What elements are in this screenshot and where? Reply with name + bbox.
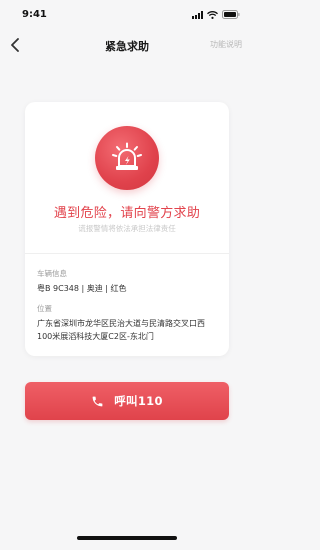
vehicle-info-label: 车辆信息: [37, 269, 67, 278]
vehicle-info-value: 粤B 9C348 | 奥迪 | 红色: [37, 284, 127, 293]
nav-bar: 紧急求助 功能说明: [0, 30, 254, 60]
location-label: 位置: [37, 304, 52, 313]
signal-icon: [192, 10, 203, 19]
false-report-warning: 谎报警情将依法承担法律责任: [78, 224, 176, 233]
call-button-label: 呼叫110: [114, 394, 163, 408]
status-time: 9:41: [22, 9, 47, 20]
help-link[interactable]: 功能说明: [210, 39, 242, 50]
alarm-badge: [95, 126, 159, 190]
danger-headline: 遇到危险，请向警方求助: [53, 206, 201, 221]
status-bar: 9:41: [0, 0, 254, 30]
chevron-left-icon: [11, 38, 19, 52]
battery-icon: [222, 10, 240, 19]
location-value: 广东省深圳市龙华区民治大道与民清路交叉口西100米展滔科技大厦C2区-东北门: [37, 319, 205, 341]
status-icons: [192, 10, 240, 19]
wifi-icon: [207, 10, 218, 19]
home-indicator[interactable]: [77, 536, 177, 540]
alarm-light-icon: [112, 142, 142, 170]
call-110-button[interactable]: 呼叫110: [25, 382, 229, 420]
emergency-card: 遇到危险，请向警方求助 谎报警情将依法承担法律责任 车辆信息 粤B 9C348 …: [25, 102, 229, 356]
phone-icon: [92, 396, 103, 406]
back-button[interactable]: [6, 35, 24, 55]
card-divider: [25, 253, 229, 254]
